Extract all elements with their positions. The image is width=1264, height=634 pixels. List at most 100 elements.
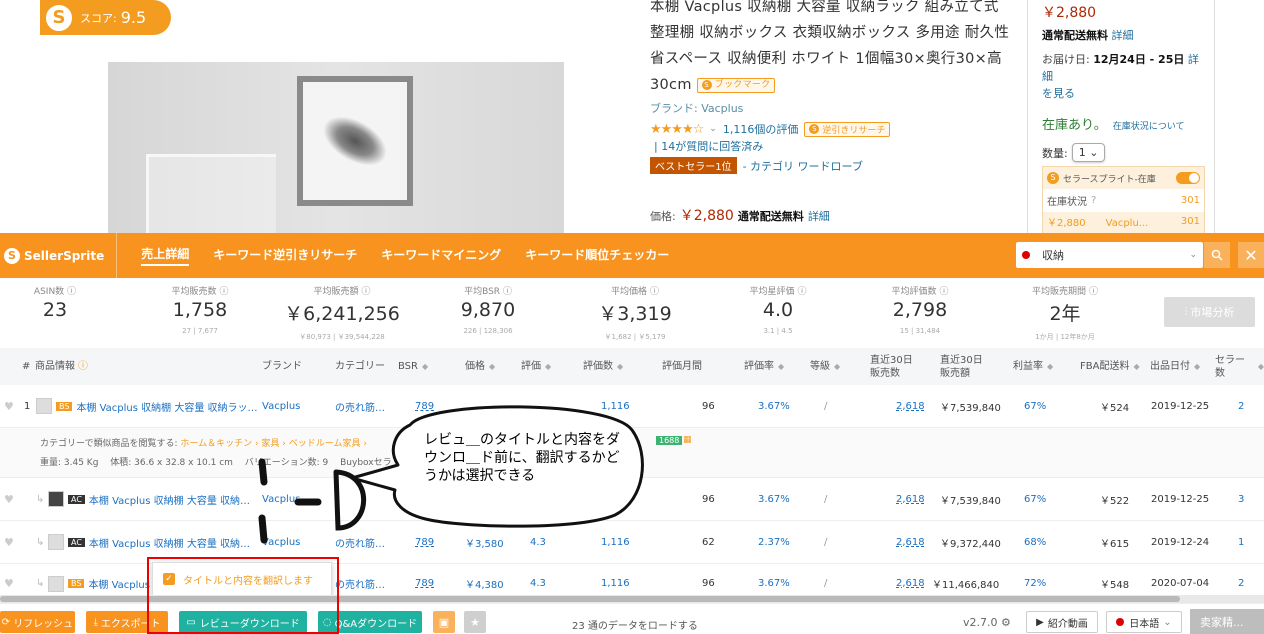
col-sales30[interactable]: 直近30日 販売数 <box>870 348 913 385</box>
col-bsr[interactable]: BSR ◆ <box>398 348 428 385</box>
image-button[interactable]: ▣ <box>433 611 455 633</box>
bookmark-button[interactable]: S ブックマーク <box>696 77 776 93</box>
tab-keyword-mining[interactable]: キーワードマイニング <box>381 246 501 265</box>
close-button[interactable]: ✕ <box>1238 242 1264 268</box>
refresh-button[interactable]: ⟳ リフレッシュ <box>0 611 75 633</box>
search-button[interactable] <box>1204 242 1230 268</box>
help-icon[interactable]: ⓘ <box>219 287 228 297</box>
col-product[interactable]: 商品情報 ⓘ <box>35 348 88 385</box>
bookmark-label: ブックマーク <box>714 80 771 90</box>
brand-cell[interactable]: Vacplus <box>262 385 300 427</box>
col-date[interactable]: 出品日付 ◆ <box>1150 348 1200 385</box>
col-price[interactable]: 価格 ◆ <box>465 348 495 385</box>
reviews-cell[interactable]: 1,116 <box>601 521 630 563</box>
favorite-heart-icon[interactable]: ♥ <box>4 478 14 520</box>
favorite-heart-icon[interactable]: ♥ <box>4 385 14 427</box>
profit-cell: 68% <box>1024 536 1047 548</box>
sales-cell[interactable]: 2,618 <box>896 385 925 427</box>
score-badge[interactable]: S スコア: 9.5 <box>40 0 171 35</box>
help-icon[interactable]: ⓘ <box>1089 287 1098 297</box>
product-thumbnail[interactable] <box>36 398 52 414</box>
col-review-rate[interactable]: 評価率 ◆ <box>744 348 784 385</box>
intro-video-button[interactable]: ▶ 紹介動画 <box>1026 611 1098 633</box>
category-cell[interactable]: の売れ筋… <box>335 385 385 427</box>
marketplace-search-select[interactable]: 収納 ⌄ <box>1016 242 1203 268</box>
col-sellers[interactable]: セラー数 ◆ <box>1215 348 1264 385</box>
favorite-heart-icon[interactable]: ♥ <box>4 521 14 563</box>
buybox-shipping: 通常配送無料 詳細 <box>1042 27 1200 43</box>
bsr-cell[interactable]: 789 <box>415 385 434 427</box>
bestseller-line: ベストセラー1位 - カテゴリ ワードローブ <box>650 157 863 174</box>
category-link[interactable]: - カテゴリ ワードローブ <box>743 158 863 174</box>
product-title-link[interactable]: 本棚 Vacplus 収納棚 大容量 収納… <box>89 535 250 550</box>
chevron-down-icon: ⌄ <box>1163 616 1172 628</box>
ac-badge: AC <box>68 494 85 504</box>
col-revenue30[interactable]: 直近30日 販売額 <box>940 348 983 385</box>
help-icon[interactable]: ⓘ <box>361 287 370 297</box>
stock-panel-toggle[interactable] <box>1176 172 1200 184</box>
market-analysis-button[interactable]: ⫶ 市場分析 <box>1164 297 1255 327</box>
tab-keyword-rank[interactable]: キーワード順位チェッカー <box>525 246 669 265</box>
buybox-detail-link[interactable]: 詳細 <box>1112 29 1134 42</box>
chevron-down-icon[interactable]: ⌄ <box>709 124 717 134</box>
sellers-cell[interactable]: 3 <box>1238 478 1244 520</box>
product-image[interactable] <box>108 62 564 240</box>
favorite-button[interactable]: ★ <box>464 611 486 633</box>
product-thumbnail[interactable] <box>48 575 64 592</box>
col-review-month: 評価月間 <box>662 361 702 372</box>
help-icon[interactable]: ⓘ <box>939 287 948 297</box>
star-rating-icon[interactable]: ★★★★☆ <box>650 122 704 137</box>
qa-link[interactable]: | 14が質問に回答済み <box>654 138 763 154</box>
sellersprite-logo[interactable]: S SellerSprite <box>0 233 118 278</box>
seller-sprite-panel-button[interactable]: 卖家精... <box>1190 609 1264 634</box>
product-cell[interactable]: BS 本棚 Vacplus 収納棚 大容量 収納ラッ… <box>32 385 258 427</box>
product-thumbnail[interactable] <box>48 534 64 550</box>
help-icon[interactable]: ? <box>1091 195 1096 206</box>
sales-cell[interactable]: 2,618 <box>896 521 925 563</box>
rating-count-link[interactable]: 1,116個の評価 <box>723 121 799 137</box>
sort-icon: ◆ <box>421 362 429 371</box>
product-title-link[interactable]: 本棚 Vacplus 収納棚 大容量 収納… <box>89 492 250 507</box>
help-icon[interactable]: ⓘ <box>503 287 512 297</box>
table-row[interactable]: ♥ ↳ AC 本棚 Vacplus 収納棚 大容量 収納… Vacplus 96 … <box>0 478 1264 521</box>
category-breadcrumb-link[interactable]: ホーム＆キッチン › 家具 › ベッドルーム家具 › <box>180 439 367 449</box>
sellers-cell[interactable]: 1 <box>1238 521 1244 563</box>
col-profit[interactable]: 利益率 ◆ <box>1013 348 1053 385</box>
settings-icon[interactable]: ⚙ <box>1001 616 1011 629</box>
product-title-link[interactable]: 本棚 Vacplus <box>88 576 150 591</box>
quantity-value: 1 <box>1078 146 1086 159</box>
review-search-button[interactable]: S 逆引きリサーチ <box>804 121 891 137</box>
bsr-cell[interactable]: 789 <box>415 521 434 563</box>
col-fba[interactable]: FBA配送料 ◆ <box>1080 348 1140 385</box>
col-level[interactable]: 等級 ◆ <box>810 348 840 385</box>
quantity-select[interactable]: 1 ⌄ <box>1071 143 1106 162</box>
sellers-cell[interactable]: 2 <box>1238 385 1244 427</box>
col-reviews[interactable]: 評価数 ◆ <box>583 348 623 385</box>
table-row[interactable]: ♥ 1 BS 本棚 Vacplus 収納棚 大容量 収納ラッ… Vacplus の… <box>0 385 1264 428</box>
product-thumbnail[interactable] <box>48 491 64 507</box>
brand-cell[interactable]: Vacplus <box>262 478 300 520</box>
col-rating[interactable]: 評価 ◆ <box>521 348 551 385</box>
tab-sales-detail[interactable]: 売上詳細 <box>141 245 190 266</box>
col-revenue30-label-a: 直近30日 <box>940 354 983 366</box>
language-select[interactable]: 日本語 ⌄ <box>1106 611 1182 633</box>
delivery-see-link[interactable]: を見る <box>1042 87 1075 100</box>
category-cell[interactable]: の売れ筋… <box>335 521 385 563</box>
sales-cell[interactable]: 2,618 <box>896 478 925 520</box>
help-icon[interactable]: ⓘ <box>650 287 659 297</box>
reviews-cell[interactable]: 1,116 <box>601 385 630 427</box>
sort-icon: ◆ <box>1133 362 1140 371</box>
help-icon[interactable]: ⓘ <box>78 360 88 373</box>
tab-keyword-reverse[interactable]: キーワード逆引きリサーチ <box>213 246 357 265</box>
star-icon: ★ <box>470 615 480 629</box>
product-title-link[interactable]: 本棚 Vacplus 収納棚 大容量 収納ラッ… <box>76 399 257 414</box>
product-cell[interactable]: AC 本棚 Vacplus 収納棚 大容量 収納… <box>44 478 250 520</box>
help-icon[interactable]: ⓘ <box>797 287 806 297</box>
stock-info-link[interactable]: 在庫状況について <box>1113 122 1185 132</box>
brand-link[interactable]: ブランド: Vacplus <box>650 100 743 116</box>
help-icon[interactable]: ⓘ <box>67 287 76 297</box>
source-1688-badge[interactable]: 1688 <box>656 436 683 445</box>
shipping-detail-link[interactable]: 詳細 <box>808 208 830 224</box>
score-value: 9.5 <box>120 8 147 27</box>
grid-icon[interactable]: ▦ <box>683 435 692 445</box>
